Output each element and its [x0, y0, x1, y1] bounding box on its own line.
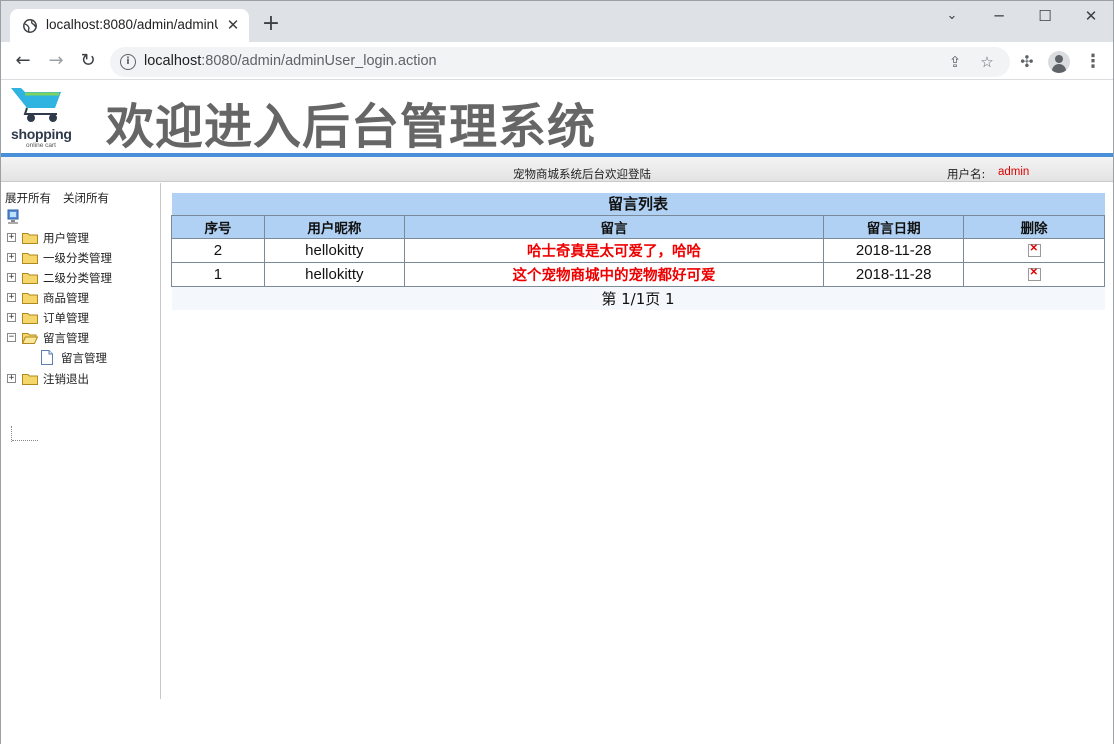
logo-word: shopping	[11, 126, 72, 142]
page-header: shopping online cart 欢迎进入后台管理系统	[1, 81, 1113, 155]
collapse-toggle-icon[interactable]: −	[7, 333, 16, 342]
folder-icon	[22, 313, 38, 324]
folder-icon	[22, 233, 38, 244]
bookmark-star-icon[interactable]: ☆	[978, 53, 996, 71]
expand-all-link[interactable]: 展开所有	[5, 191, 51, 205]
folder-icon	[22, 253, 38, 264]
pager-row: 第 1/1页 1	[171, 286, 1105, 310]
shopping-logo: shopping online cart	[9, 84, 81, 150]
cell-nickname: hellokitty	[263, 237, 405, 263]
sidebar-item-label: 商品管理	[43, 291, 89, 305]
expand-toggle-icon[interactable]: +	[7, 374, 16, 383]
table-caption-row: 留言列表	[171, 193, 1105, 215]
tab-title: localhost:8080/admin/adminU	[46, 17, 218, 32]
delete-icon[interactable]	[1027, 243, 1041, 258]
sidebar-item-label: 订单管理	[43, 311, 89, 325]
sidebar-item-label: 二级分类管理	[43, 271, 112, 285]
cell-delete	[963, 261, 1105, 287]
expand-toggle-icon[interactable]: +	[7, 273, 16, 282]
maximize-button[interactable]: ☐	[1022, 5, 1068, 29]
cell-message: 这个宠物商城中的宠物都好可爱	[403, 261, 825, 287]
browser-toolbar: ← → ↻ i localhost:8080/admin/adminUser_l…	[1, 42, 1113, 80]
cell-date: 2018-11-28	[823, 237, 965, 263]
cell-message: 哈士奇真是太可爱了，哈哈	[403, 237, 825, 263]
url-host: localhost	[144, 53, 202, 69]
address-bar[interactable]: i localhost:8080/admin/adminUser_login.a…	[110, 47, 1010, 77]
column-header-message: 留言	[403, 214, 825, 239]
url-text[interactable]: localhost:8080/admin/adminUser_login.act…	[144, 53, 437, 69]
username-label: 用户名:	[947, 167, 986, 181]
site-info-icon[interactable]: i	[120, 54, 136, 70]
close-window-button[interactable]: ✕	[1068, 5, 1114, 29]
pager[interactable]: 第 1/1页 1	[171, 286, 1105, 310]
tree-connector	[12, 440, 38, 441]
sidebar-item-label: 留言管理	[43, 331, 89, 345]
expand-toggle-icon[interactable]: +	[7, 313, 16, 322]
tree-controls: 展开所有 关闭所有	[5, 190, 121, 206]
table-row: 2 hellokitty 哈士奇真是太可爱了，哈哈 2018-11-28	[171, 237, 1105, 263]
shopping-cart-icon	[11, 88, 61, 122]
table-row: 1 hellokitty 这个宠物商城中的宠物都好可爱 2018-11-28	[171, 261, 1105, 287]
expand-toggle-icon[interactable]: +	[7, 233, 16, 242]
share-icon[interactable]: ⇪	[946, 53, 964, 71]
profile-avatar-icon[interactable]	[1048, 51, 1070, 73]
collapse-all-link[interactable]: 关闭所有	[63, 191, 109, 205]
forward-button[interactable]: →	[43, 48, 69, 74]
tree-root-icon	[7, 209, 19, 224]
open-folder-icon	[22, 333, 38, 344]
cell-id: 2	[171, 237, 265, 263]
logo-subtext: online cart	[26, 142, 56, 149]
menu-kebab-icon[interactable]: ⋮	[1082, 51, 1104, 73]
sidebar-item-label: 用户管理	[43, 231, 89, 245]
folder-icon	[22, 374, 38, 385]
cell-delete	[963, 237, 1105, 263]
globe-icon	[23, 19, 37, 33]
tab-search-icon[interactable]: ⌄	[929, 5, 975, 29]
expand-toggle-icon[interactable]: +	[7, 253, 16, 262]
expand-toggle-icon[interactable]: +	[7, 293, 16, 302]
username-value: admin	[998, 166, 1030, 178]
minimize-button[interactable]: ─	[976, 5, 1022, 29]
column-header-nickname: 用户昵称	[263, 214, 405, 239]
message-list: 留言列表 序号 用户昵称 留言 留言日期 删除 2 hellokitty 哈士奇…	[171, 193, 1105, 310]
cell-date: 2018-11-28	[823, 261, 965, 287]
cell-id: 1	[171, 261, 265, 287]
column-header-id: 序号	[171, 214, 265, 239]
admin-page: shopping online cart 欢迎进入后台管理系统 宠物商城系统后台…	[1, 81, 1113, 744]
tab-close-icon[interactable]: ✕	[225, 17, 241, 33]
table-header-row: 序号 用户昵称 留言 留言日期 删除	[171, 214, 1105, 239]
cell-nickname: hellokitty	[263, 261, 405, 287]
document-icon	[41, 350, 53, 365]
new-tab-button[interactable]: +	[259, 13, 283, 37]
browser-tab[interactable]: localhost:8080/admin/adminU ✕	[10, 9, 249, 42]
table-caption: 留言列表	[171, 193, 1105, 215]
folder-icon	[22, 293, 38, 304]
welcome-text: 宠物商城系统后台欢迎登陆	[513, 167, 651, 181]
reload-button[interactable]: ↻	[75, 48, 101, 74]
sidebar-item-label: 注销退出	[43, 372, 89, 386]
url-path: :8080/admin/adminUser_login.action	[201, 53, 437, 69]
column-header-date: 留言日期	[823, 214, 965, 239]
extensions-icon[interactable]: ✣	[1016, 51, 1038, 73]
sidebar-tree: 展开所有 关闭所有 + 用户管理 + 一级分类管理 + 二级分类管理 + 商品管理	[1, 183, 161, 699]
browser-tab-strip: localhost:8080/admin/adminU ✕ + ⌄ ─ ☐ ✕	[1, 1, 1113, 42]
back-button[interactable]: ←	[10, 48, 36, 74]
message-table: 留言列表 序号 用户昵称 留言 留言日期 删除 2 hellokitty 哈士奇…	[171, 193, 1105, 310]
sidebar-item-label: 一级分类管理	[43, 251, 112, 265]
status-bar: 宠物商城系统后台欢迎登陆 用户名: admin	[1, 157, 1113, 182]
delete-icon[interactable]	[1027, 267, 1041, 282]
page-title: 欢迎进入后台管理系统	[106, 99, 597, 155]
folder-icon	[22, 273, 38, 284]
column-header-delete: 删除	[963, 214, 1105, 239]
sidebar-child-label: 留言管理	[61, 351, 107, 365]
